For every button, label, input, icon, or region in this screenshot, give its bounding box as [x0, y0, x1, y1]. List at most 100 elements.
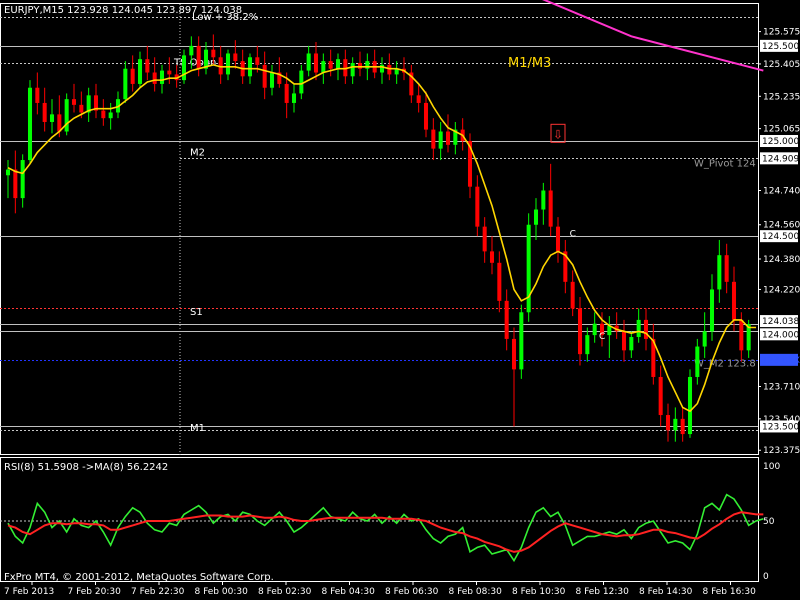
candle-body[interactable] [299, 70, 304, 94]
candle-body[interactable] [731, 281, 737, 320]
candle-body[interactable] [335, 59, 341, 69]
candle-body[interactable] [20, 160, 25, 199]
level-label: M2 [190, 147, 205, 158]
candle-body[interactable] [167, 70, 172, 75]
price-tick-label: 123.375 [763, 446, 800, 456]
price-tick-label: 125.575 [763, 28, 800, 38]
candle-body[interactable] [687, 376, 693, 435]
candle-body[interactable] [658, 376, 663, 416]
candle-body[interactable] [643, 319, 649, 339]
time-tick-label: 7 Feb 20:30 [68, 587, 122, 597]
time-tick-label: 8 Feb 06:30 [385, 587, 439, 597]
candle-body[interactable] [497, 262, 502, 301]
candle-body[interactable] [423, 102, 429, 130]
rsi-title: RSI(8) 51.5908 ->MA(8) 56.2242 [4, 462, 168, 473]
candle-body[interactable] [123, 68, 128, 100]
candle-body[interactable] [357, 62, 363, 69]
price-tick-label: 124.380 [763, 255, 800, 265]
price-badge-label: 125.000 [762, 137, 799, 147]
candle-body[interactable] [709, 289, 715, 332]
candle-body[interactable] [519, 312, 524, 370]
candle-body[interactable] [262, 64, 267, 88]
candle-body[interactable] [702, 331, 707, 347]
candle-body[interactable] [13, 169, 18, 199]
candle-body[interactable] [101, 110, 106, 119]
candle-body[interactable] [196, 45, 201, 69]
candle-body[interactable] [585, 335, 590, 355]
candle-body[interactable] [211, 49, 216, 58]
candle-body[interactable] [533, 209, 539, 225]
candle-body[interactable] [673, 418, 678, 431]
candle-body[interactable] [445, 131, 451, 145]
level-label: W_Pivot 124 [694, 159, 756, 170]
candle-body[interactable] [511, 338, 517, 370]
level-label: W_M2 123.8 [694, 358, 756, 369]
candle-body[interactable] [306, 53, 311, 71]
candle-body[interactable] [570, 281, 575, 309]
candle-body[interactable] [247, 57, 253, 77]
candle-body[interactable] [629, 337, 634, 351]
candle-body[interactable] [482, 226, 487, 252]
time-tick-label: 8 Feb 02:30 [258, 587, 312, 597]
time-tick-label: 8 Feb 10:30 [512, 587, 566, 597]
candle-body[interactable] [145, 59, 150, 73]
time-tick-label: 7 Feb 22:30 [131, 587, 185, 597]
candle-body[interactable] [555, 226, 561, 252]
candle-body[interactable] [49, 114, 55, 122]
candle-body[interactable] [475, 186, 480, 227]
candle-body[interactable] [636, 319, 641, 338]
candle-body[interactable] [269, 72, 275, 88]
candle-body[interactable] [328, 61, 333, 69]
time-tick-label: 8 Feb 00:30 [195, 587, 249, 597]
candle-body[interactable] [291, 93, 297, 103]
candle-body[interactable] [181, 55, 187, 81]
candle-body[interactable] [321, 61, 326, 73]
candle-body[interactable] [431, 129, 436, 149]
candle-body[interactable] [79, 104, 84, 113]
candle-body[interactable] [5, 169, 11, 176]
candle-body[interactable] [284, 83, 289, 103]
price-badge-label: 124.500 [762, 232, 799, 242]
candle-body[interactable] [489, 251, 495, 263]
candle-body[interactable] [387, 64, 392, 75]
candle-body[interactable] [225, 53, 231, 75]
candle-body[interactable] [71, 99, 77, 105]
candle-body[interactable] [27, 87, 33, 161]
candle-body[interactable] [189, 45, 194, 56]
level-label: M1 [190, 423, 205, 434]
candle-body[interactable] [313, 53, 319, 73]
candle-body[interactable] [152, 72, 157, 84]
candle-body[interactable] [695, 346, 700, 377]
candle-body[interactable] [438, 131, 443, 149]
chart-title: EURJPY,M15 123.928 124.045 123.897 124.0… [4, 5, 242, 16]
candle-body[interactable] [350, 62, 355, 77]
candle-body[interactable] [35, 87, 40, 103]
candle-body[interactable] [621, 331, 627, 351]
candle-body[interactable] [255, 57, 260, 65]
price-tick-label: 125.065 [763, 125, 800, 135]
candle-body[interactable] [577, 308, 583, 355]
candle-body[interactable] [130, 68, 135, 84]
trading-chart[interactable]: Low + 38.2%TS OpenM2S1M1W_Pivot 124W_M2 … [0, 0, 800, 600]
down-arrow-icon: ⇩ [553, 127, 563, 141]
candle-body[interactable] [233, 53, 238, 62]
candle-body[interactable] [717, 255, 722, 290]
candle-body[interactable] [541, 190, 546, 210]
candle-body[interactable] [504, 300, 509, 339]
chart-annotation-m1m3: M1/M3 [508, 56, 551, 71]
candle-body[interactable] [592, 323, 597, 336]
price-badge-label: 124.909 [762, 154, 799, 164]
candle-body[interactable] [42, 102, 47, 122]
candle-body[interactable] [137, 59, 143, 84]
candle-body[interactable] [739, 319, 744, 351]
candle-body[interactable] [680, 418, 685, 435]
time-tick-label: 7 Feb 2013 [4, 587, 54, 597]
candle-body[interactable] [64, 99, 69, 132]
candle-body[interactable] [724, 255, 729, 282]
candle-body[interactable] [159, 70, 165, 84]
candle-body[interactable] [665, 415, 671, 431]
candle-body[interactable] [108, 112, 113, 119]
candle-body[interactable] [526, 224, 531, 313]
candle-body[interactable] [548, 190, 553, 227]
candle-body[interactable] [416, 95, 421, 103]
